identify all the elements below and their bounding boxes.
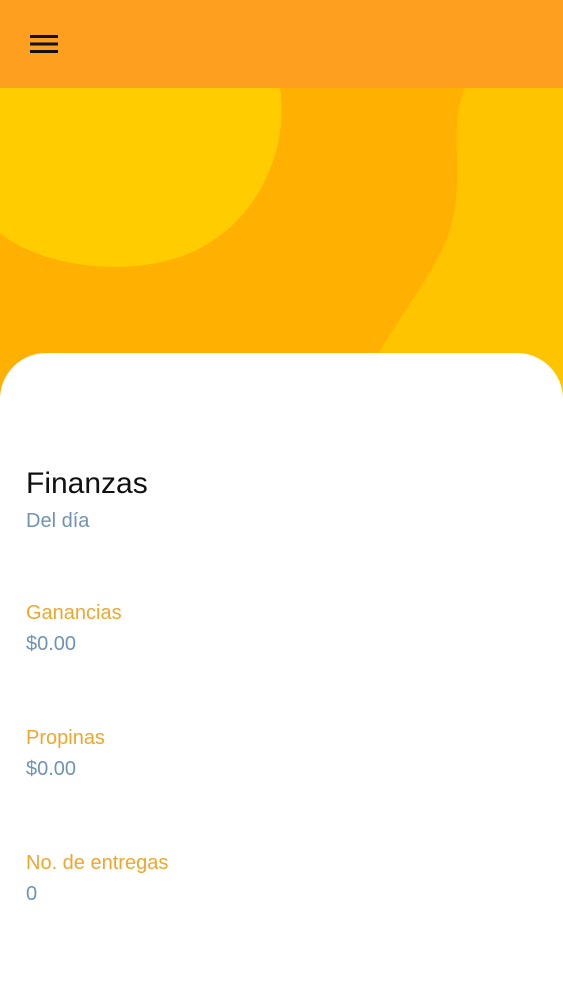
earnings-value: $0.00 <box>26 633 77 655</box>
finances-period-subtitle: Del día <box>26 510 90 532</box>
finances-title: Finanzas <box>26 467 148 500</box>
finances-card: Finanzas Del día Ganancias $0.00 Propina… <box>0 353 563 1000</box>
deliveries-count-value: 0 <box>26 883 38 905</box>
earnings-label: Ganancias <box>26 602 122 624</box>
earnings-stat: Ganancias $0.00 <box>26 601 526 656</box>
tips-label: Propinas <box>26 727 105 749</box>
deliveries-count-label: No. de entregas <box>26 852 169 874</box>
tips-value: $0.00 <box>26 758 77 780</box>
tips-stat: Propinas $0.00 <box>26 726 526 781</box>
deliveries-count-stat: No. de entregas 0 <box>26 851 526 906</box>
app-screen: Finanzas Del día Ganancias $0.00 Propina… <box>0 0 563 1000</box>
menu-button[interactable] <box>20 24 68 64</box>
top-app-bar <box>0 0 563 88</box>
hamburger-menu-icon <box>30 35 58 53</box>
